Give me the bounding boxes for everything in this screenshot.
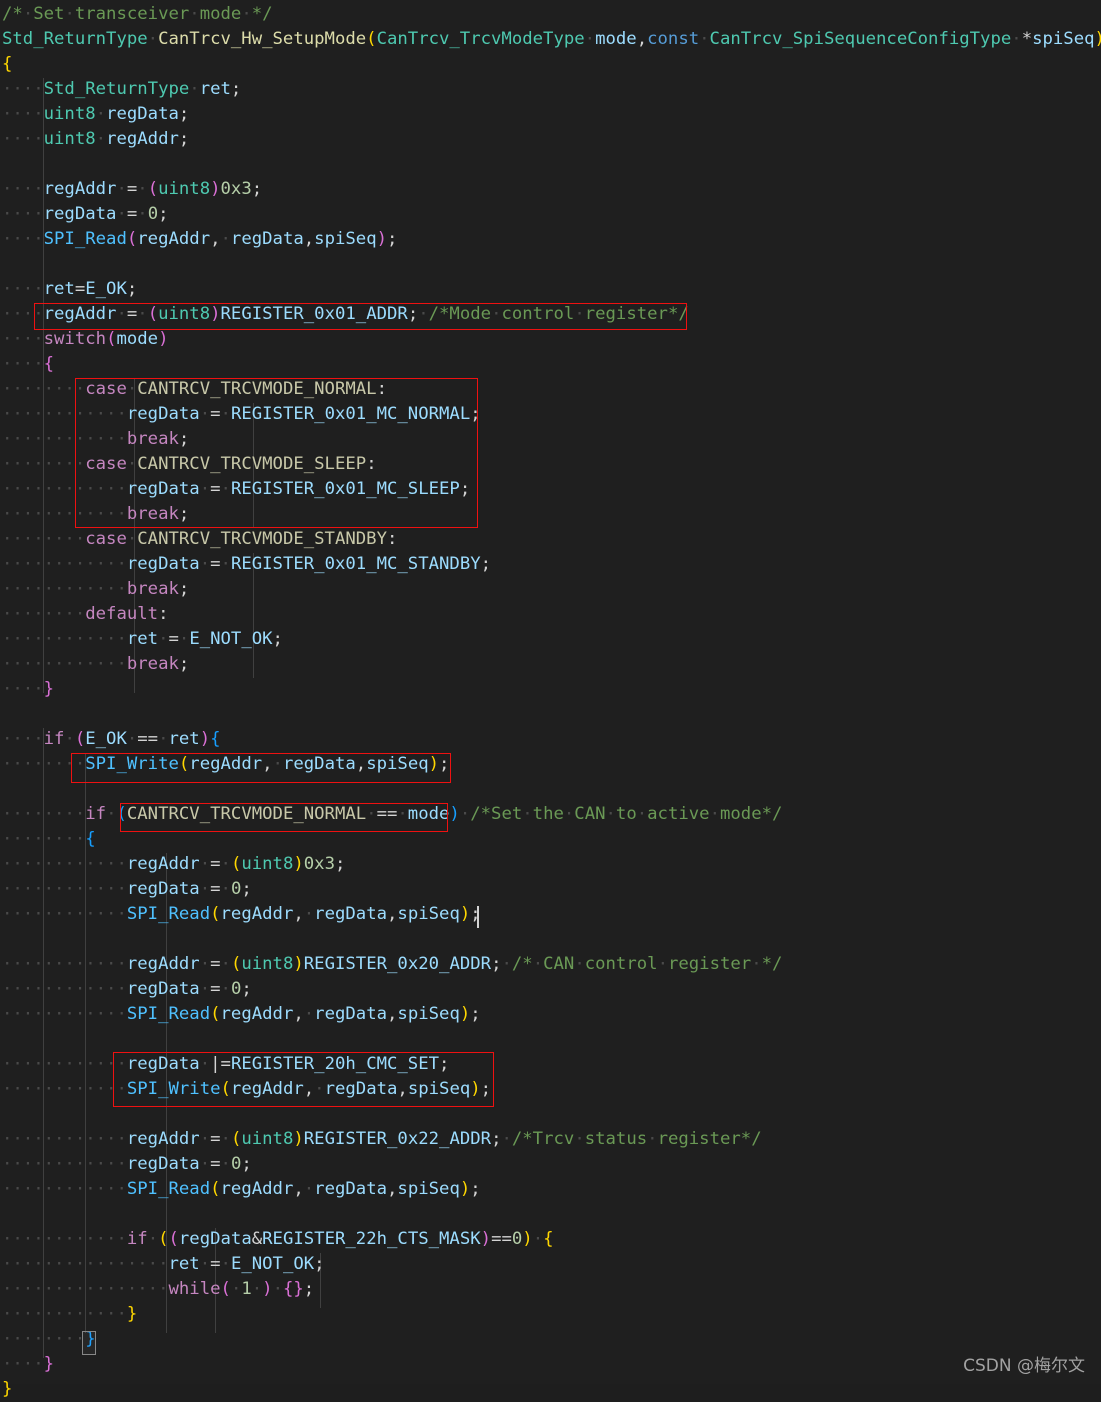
code-line[interactable]: ············break; bbox=[0, 652, 1101, 677]
code-line[interactable]: ············regData·=·0; bbox=[0, 1152, 1101, 1177]
code-line[interactable]: ············break; bbox=[0, 502, 1101, 527]
code-line[interactable] bbox=[0, 702, 1101, 727]
code-line[interactable]: ············regData·=·REGISTER_0x01_MC_N… bbox=[0, 402, 1101, 427]
code-line[interactable]: ····regData·=·0; bbox=[0, 202, 1101, 227]
code-line[interactable]: /*·Set·transceiver·mode·*/ bbox=[0, 2, 1101, 27]
code-line[interactable] bbox=[0, 252, 1101, 277]
code-line[interactable]: ········} bbox=[0, 1327, 1101, 1352]
code-line[interactable]: { bbox=[0, 52, 1101, 77]
code-line[interactable]: ········case·CANTRCV_TRCVMODE_STANDBY: bbox=[0, 527, 1101, 552]
code-line[interactable]: ····} bbox=[0, 677, 1101, 702]
code-line[interactable]: ····uint8·regAddr; bbox=[0, 127, 1101, 152]
code-line[interactable]: ············SPI_Read(regAddr,·regData,sp… bbox=[0, 1177, 1101, 1202]
code-line[interactable]: ················while(·1·)·{}; bbox=[0, 1277, 1101, 1302]
code-line[interactable]: ············} bbox=[0, 1302, 1101, 1327]
code-line[interactable]: ············regData·=·0; bbox=[0, 877, 1101, 902]
code-line[interactable] bbox=[0, 1102, 1101, 1127]
code-line[interactable]: ············regAddr·=·(uint8)REGISTER_0x… bbox=[0, 1127, 1101, 1152]
code-line[interactable]: ········if·(CANTRCV_TRCVMODE_NORMAL·==·m… bbox=[0, 802, 1101, 827]
code-line[interactable]: ············regData·=·REGISTER_0x01_MC_S… bbox=[0, 552, 1101, 577]
code-line[interactable]: ············regAddr·=·(uint8)0x3; bbox=[0, 852, 1101, 877]
code-line[interactable]: ········case·CANTRCV_TRCVMODE_SLEEP: bbox=[0, 452, 1101, 477]
code-line[interactable] bbox=[0, 1202, 1101, 1227]
code-editor-viewport[interactable]: /*·Set·transceiver·mode·*/ Std_ReturnTyp… bbox=[0, 0, 1101, 1399]
code-line[interactable]: ················ret·=·E_NOT_OK; bbox=[0, 1252, 1101, 1277]
brace-match-highlight bbox=[82, 1331, 96, 1355]
code-line[interactable]: ············SPI_Read(regAddr,·regData,sp… bbox=[0, 1002, 1101, 1027]
code-line[interactable]: ············regData·|=REGISTER_20h_CMC_S… bbox=[0, 1052, 1101, 1077]
code-line[interactable]: ············break; bbox=[0, 577, 1101, 602]
code-line[interactable]: ····switch(mode) bbox=[0, 327, 1101, 352]
code-line[interactable]: ····regAddr·=·(uint8)REGISTER_0x01_ADDR;… bbox=[0, 302, 1101, 327]
code-line[interactable]: ····SPI_Read(regAddr,·regData,spiSeq); bbox=[0, 227, 1101, 252]
code-line[interactable]: ····} bbox=[0, 1352, 1101, 1377]
code-line[interactable]: ············SPI_Read(regAddr,·regData,sp… bbox=[0, 902, 1101, 927]
code-line[interactable]: ········case·CANTRCV_TRCVMODE_NORMAL: bbox=[0, 377, 1101, 402]
code-line[interactable]: ············break; bbox=[0, 427, 1101, 452]
code-line[interactable]: ············regData·=·REGISTER_0x01_MC_S… bbox=[0, 477, 1101, 502]
code-line[interactable]: ········SPI_Write(regAddr,·regData,spiSe… bbox=[0, 752, 1101, 777]
code-line[interactable]: ············regData·=·0; bbox=[0, 977, 1101, 1002]
code-line[interactable]: ········default: bbox=[0, 602, 1101, 627]
code-line[interactable]: ········{ bbox=[0, 827, 1101, 852]
code-line[interactable]: } bbox=[0, 1377, 1101, 1402]
code-line[interactable]: ············SPI_Write(regAddr,·regData,s… bbox=[0, 1077, 1101, 1102]
code-line[interactable] bbox=[0, 777, 1101, 802]
code-line[interactable]: ············regAddr·=·(uint8)REGISTER_0x… bbox=[0, 952, 1101, 977]
text-caret bbox=[477, 906, 479, 928]
code-line[interactable]: ····if·(E_OK·==·ret){ bbox=[0, 727, 1101, 752]
code-line[interactable]: ····{ bbox=[0, 352, 1101, 377]
csdn-watermark: CSDN @梅尔文 bbox=[963, 1356, 1085, 1376]
code-line[interactable] bbox=[0, 152, 1101, 177]
code-line[interactable] bbox=[0, 1027, 1101, 1052]
code-line[interactable]: ····Std_ReturnType·ret; bbox=[0, 77, 1101, 102]
code-line[interactable]: ····regAddr·=·(uint8)0x3; bbox=[0, 177, 1101, 202]
code-line[interactable]: ····ret=E_OK; bbox=[0, 277, 1101, 302]
code-line[interactable]: ····uint8·regData; bbox=[0, 102, 1101, 127]
code-line[interactable]: ············ret·=·E_NOT_OK; bbox=[0, 627, 1101, 652]
code-line[interactable]: ············if·((regData&REGISTER_22h_CT… bbox=[0, 1227, 1101, 1252]
code-line[interactable]: Std_ReturnType·CanTrcv_Hw_SetupMode(CanT… bbox=[0, 27, 1101, 52]
code-line[interactable] bbox=[0, 927, 1101, 952]
